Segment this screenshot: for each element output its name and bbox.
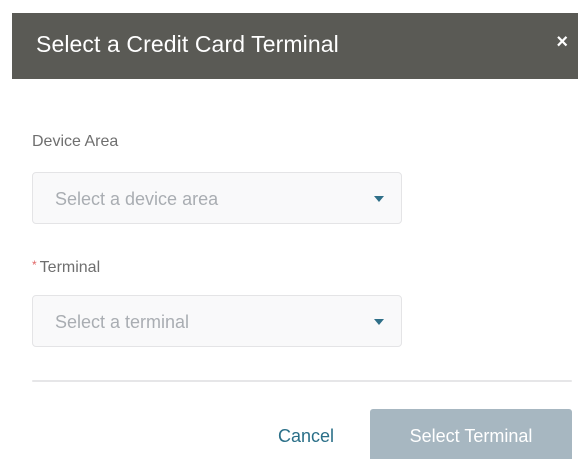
select-terminal-button-label: Select Terminal [409,426,533,446]
device-area-label: Device Area [32,133,118,151]
terminal-select[interactable]: Select a terminal [32,295,402,347]
terminal-label: * Terminal [32,258,100,277]
terminal-label-text: Terminal [39,259,101,276]
chevron-down-icon [374,319,384,325]
device-area-placeholder: Select a device area [55,189,219,209]
footer-divider [32,380,572,382]
terminal-placeholder: Select a terminal [55,312,190,332]
cancel-button[interactable]: Cancel [278,426,334,447]
select-terminal-dialog: Select a Credit Card Terminal × Device A… [0,0,578,459]
select-terminal-button[interactable]: Select Terminal [370,409,572,459]
chevron-down-icon [374,196,384,202]
close-icon[interactable]: × [556,32,568,52]
dialog-title: Select a Credit Card Terminal [36,31,339,57]
dialog-header: Select a Credit Card Terminal × [12,13,578,79]
required-asterisk: * [32,258,37,272]
device-area-label-text: Device Area [32,133,119,150]
device-area-select[interactable]: Select a device area [32,172,402,224]
